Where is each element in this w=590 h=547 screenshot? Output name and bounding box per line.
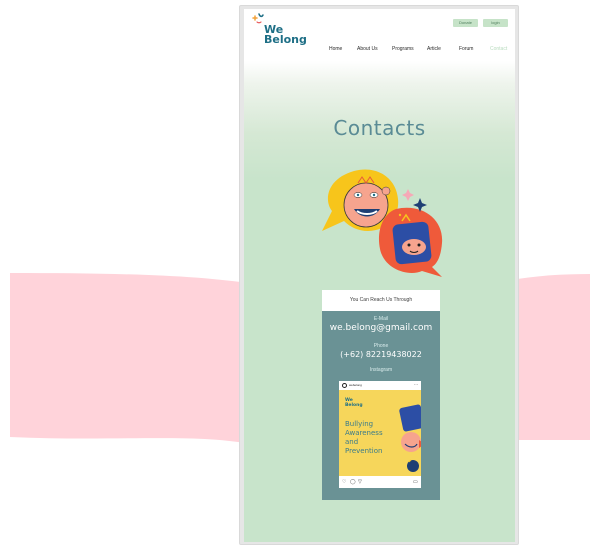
pink-face [343,182,389,228]
nav-item-forum[interactable]: Forum [459,44,473,54]
logo-mark-icon [252,13,264,24]
nav-item-programs[interactable]: Programs [392,44,414,54]
sparkle-pink [402,189,414,201]
chat-bubbles-illustration [322,169,443,277]
nav-item-contact[interactable]: Contact [490,44,507,54]
email-link[interactable]: we.belong@gmail.com [322,323,440,333]
nav-item-home[interactable]: Home [329,44,342,54]
post-characters-illustration [399,404,421,472]
nav-item-about-us[interactable]: About Us [357,44,378,54]
bookmark-icon[interactable]: ▭ [413,478,418,487]
instagram-username: webelong [349,383,362,387]
main-nav: Home About Us Programs Article Forum Con… [244,44,515,54]
heart-icon[interactable]: ♡ [342,478,346,487]
donate-button[interactable]: Donate [453,19,478,27]
instagram-avatar [342,383,347,388]
instagram-post-actions: ♡ ◯ ▽ ▭ [339,477,421,488]
contact-card-header: You Can Reach Us Through [322,290,440,311]
instagram-post-header: webelong ⋯ [339,381,421,390]
phone-link[interactable]: (+62) 82219438022 [322,350,440,359]
comment-icon[interactable]: ◯ [350,478,356,487]
contact-card: E-Mail we.belong@gmail.com Phone (+62) 8… [322,311,440,500]
phone-label: Phone [373,343,389,349]
pink-wave-left [10,273,260,446]
page-title: Contacts [333,116,426,140]
instagram-label: Instagram [369,367,393,373]
instagram-post-image: We Belong Bullying Awareness and Prevent… [339,390,421,476]
send-icon[interactable]: ▽ [358,478,362,487]
email-label: E-Mail [373,316,389,322]
nav-item-article[interactable]: Article [427,44,441,54]
contact-page: We Belong Donate login Home About Us Pro… [244,9,515,542]
ellipsis-icon[interactable]: ⋯ [414,381,418,389]
instagram-post[interactable]: webelong ⋯ We Belong Bullying Awareness … [339,381,421,488]
login-button[interactable]: login [483,19,508,27]
